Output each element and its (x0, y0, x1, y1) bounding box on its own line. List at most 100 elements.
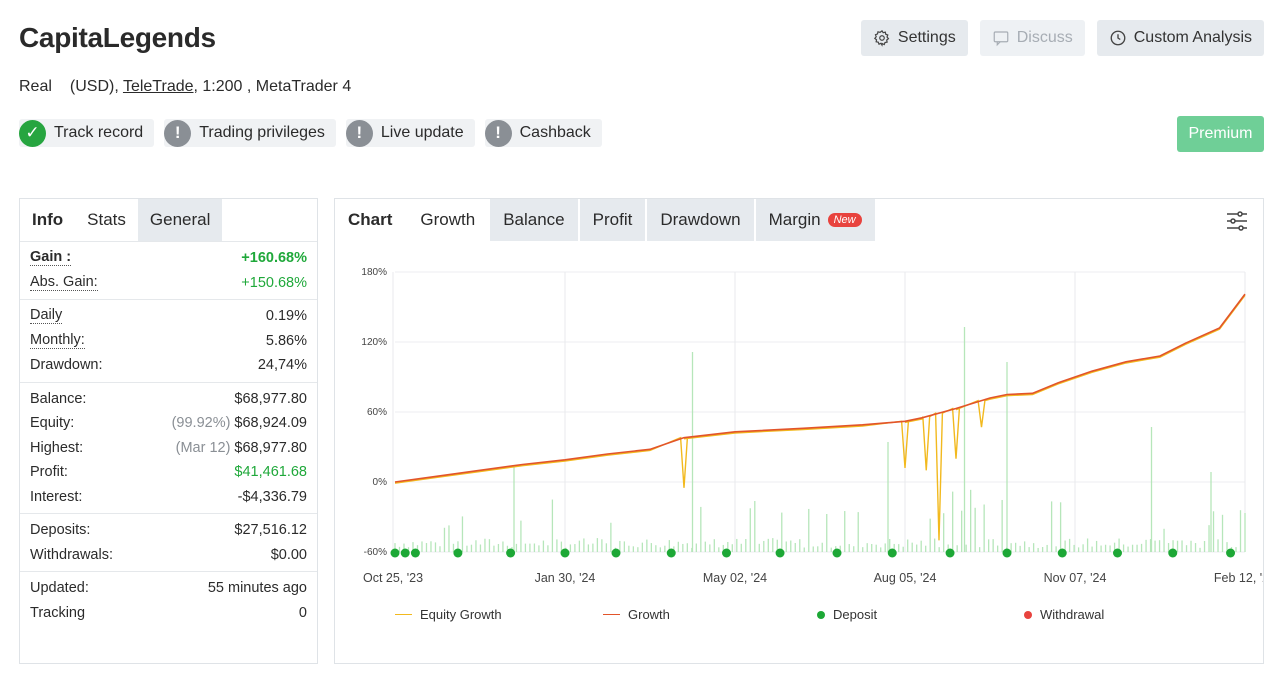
equity-pct: (99.92%) (171, 415, 231, 432)
tab-balance[interactable]: Balance (490, 199, 580, 241)
equity-growth-line (394, 294, 1246, 541)
equity-label: Equity: (30, 415, 75, 432)
equity-value-wrap: (99.92%) $68,924.09 (172, 415, 307, 431)
deposit-marker (400, 548, 410, 558)
stat-abs-gain: Abs. Gain: +150.68% (30, 271, 307, 296)
new-badge: New (827, 213, 862, 227)
legend-growth[interactable]: Growth (603, 607, 670, 622)
account-type: Real (19, 78, 52, 95)
legend-withdrawal[interactable]: Withdrawal (1024, 607, 1104, 622)
growth-chart[interactable]: 180% 120% 60% 0% -60% Oct 25, '23 Jan 30, '24 M… (335, 259, 1263, 619)
abs-gain-value: +150.68% (241, 274, 307, 291)
deposit-marker (775, 548, 785, 558)
monthly-label[interactable]: Monthly: (30, 332, 85, 349)
y-tick-label: 120% (361, 337, 387, 348)
tab-profit[interactable]: Profit (579, 199, 648, 241)
badges: ✓ Track record ! Trading privileges ! Li… (19, 119, 602, 147)
growth-line (394, 293, 1246, 483)
stat-daily: Daily 0.19% (30, 304, 307, 329)
chart-tabs: Chart Growth Balance Profit Drawdown Mar… (335, 199, 1263, 241)
deposit-marker (887, 548, 897, 558)
legend-equity-growth[interactable]: Equity Growth (395, 607, 502, 622)
highest-value-wrap: (Mar 12) $68,977.80 (176, 440, 307, 456)
stat-tracking: Tracking 0 (30, 601, 307, 626)
check-icon: ✓ (19, 119, 46, 147)
legend-line (395, 614, 412, 615)
deposit-marker (1226, 548, 1236, 558)
deposit-marker (666, 548, 676, 558)
deposits-group: Deposits: $27,516.12 Withdrawals: $0.00 (20, 513, 317, 571)
balance-label: Balance: (30, 390, 87, 407)
stats-tabs: Info Stats General (20, 199, 317, 241)
custom-analysis-button[interactable]: Custom Analysis (1096, 20, 1264, 56)
drawdown-label: Drawdown: (30, 357, 103, 374)
legend-dot (817, 610, 825, 619)
profit-value: $41,461.68 (234, 464, 307, 481)
abs-gain-label[interactable]: Abs. Gain: (30, 274, 98, 291)
deposit-marker (1057, 548, 1067, 558)
margin-label: Margin (768, 210, 821, 229)
stat-drawdown: Drawdown: 24,74% (30, 353, 307, 378)
chart-legend: Equity Growth Growth Deposit Withdrawal (335, 607, 1265, 627)
badge-label: Trading privileges (199, 124, 325, 141)
account-details: Real (USD), TeleTrade, 1:200 , MetaTrader… (19, 78, 351, 96)
deposit-marker (1002, 548, 1012, 558)
badge-track-record[interactable]: ✓ Track record (19, 119, 155, 147)
tab-general[interactable]: General (137, 199, 223, 241)
tab-margin[interactable]: Margin New (755, 199, 877, 241)
badge-live-update[interactable]: ! Live update (345, 119, 475, 147)
withdrawals-value: $0.00 (270, 546, 307, 563)
badge-cashback[interactable]: ! Cashback (484, 119, 602, 147)
legend-dot (1024, 610, 1032, 619)
deposit-marker (611, 548, 621, 558)
interest-label: Interest: (30, 488, 83, 505)
badge-trading-privileges[interactable]: ! Trading privileges (164, 119, 336, 147)
broker-link[interactable]: TeleTrade (123, 78, 194, 95)
deposits-value: $27,516.12 (234, 522, 307, 539)
gear-icon (873, 30, 890, 47)
stat-profit: Profit: $41,461.68 (30, 460, 307, 485)
badge-label: Live update (380, 124, 464, 141)
exclamation-icon: ! (345, 119, 373, 147)
legend-deposit[interactable]: Deposit (817, 607, 877, 622)
gain-group: Gain : +160.68% Abs. Gain: +150.68% (20, 241, 317, 299)
deposit-marker (945, 548, 955, 558)
highest-date: (Mar 12) (175, 439, 231, 456)
interest-value: -$4,336.79 (237, 488, 307, 505)
premium-button[interactable]: Premium (1177, 116, 1264, 152)
tab-drawdown[interactable]: Drawdown (647, 199, 756, 241)
drawdown-value: 24,74% (257, 357, 307, 374)
tab-chart[interactable]: Chart (335, 199, 408, 241)
gain-label[interactable]: Gain : (30, 250, 72, 267)
highest-label: Highest: (30, 439, 84, 456)
discuss-button[interactable]: Discuss (979, 20, 1085, 56)
daily-label[interactable]: Daily (30, 308, 63, 325)
daily-value: 0.19% (265, 308, 307, 325)
tracking-value: 0 (298, 604, 307, 621)
tab-growth[interactable]: Growth (407, 199, 491, 241)
gain-value: +160.68% (241, 250, 307, 267)
stat-interest: Interest: -$4,336.79 (30, 485, 307, 510)
stat-highest: Highest: (Mar 12) $68,977.80 (30, 436, 307, 461)
legend-line (603, 614, 620, 615)
rates-group: Daily 0.19% Monthly: 5.86% Drawdown: 24,… (20, 299, 317, 382)
balance-group: Balance: $68,977.80 Equity: (99.92%) $68,… (20, 381, 317, 514)
equity-value: $68,924.09 (234, 415, 307, 432)
exclamation-icon: ! (484, 119, 512, 147)
tab-info[interactable]: Info (20, 199, 75, 241)
filter-settings-icon[interactable] (1225, 209, 1249, 233)
exclamation-icon: ! (164, 119, 192, 147)
updated-value: 55 minutes ago (207, 580, 307, 597)
x-tick-label: Jan 30, '24 (535, 571, 596, 585)
highest-value: $68,977.80 (234, 439, 307, 456)
discuss-label: Discuss (1016, 29, 1073, 46)
deposit-marker (1168, 548, 1178, 558)
deposit-marker (560, 548, 570, 558)
tab-stats[interactable]: Stats (75, 199, 138, 241)
y-tick-label: 0% (373, 477, 388, 488)
legend-label: Withdrawal (1040, 607, 1105, 622)
x-tick-label: Aug 05, '24 (874, 571, 937, 585)
badge-label: Cashback (519, 124, 591, 141)
stat-equity: Equity: (99.92%) $68,924.09 (30, 411, 307, 436)
settings-button[interactable]: Settings (860, 20, 968, 56)
